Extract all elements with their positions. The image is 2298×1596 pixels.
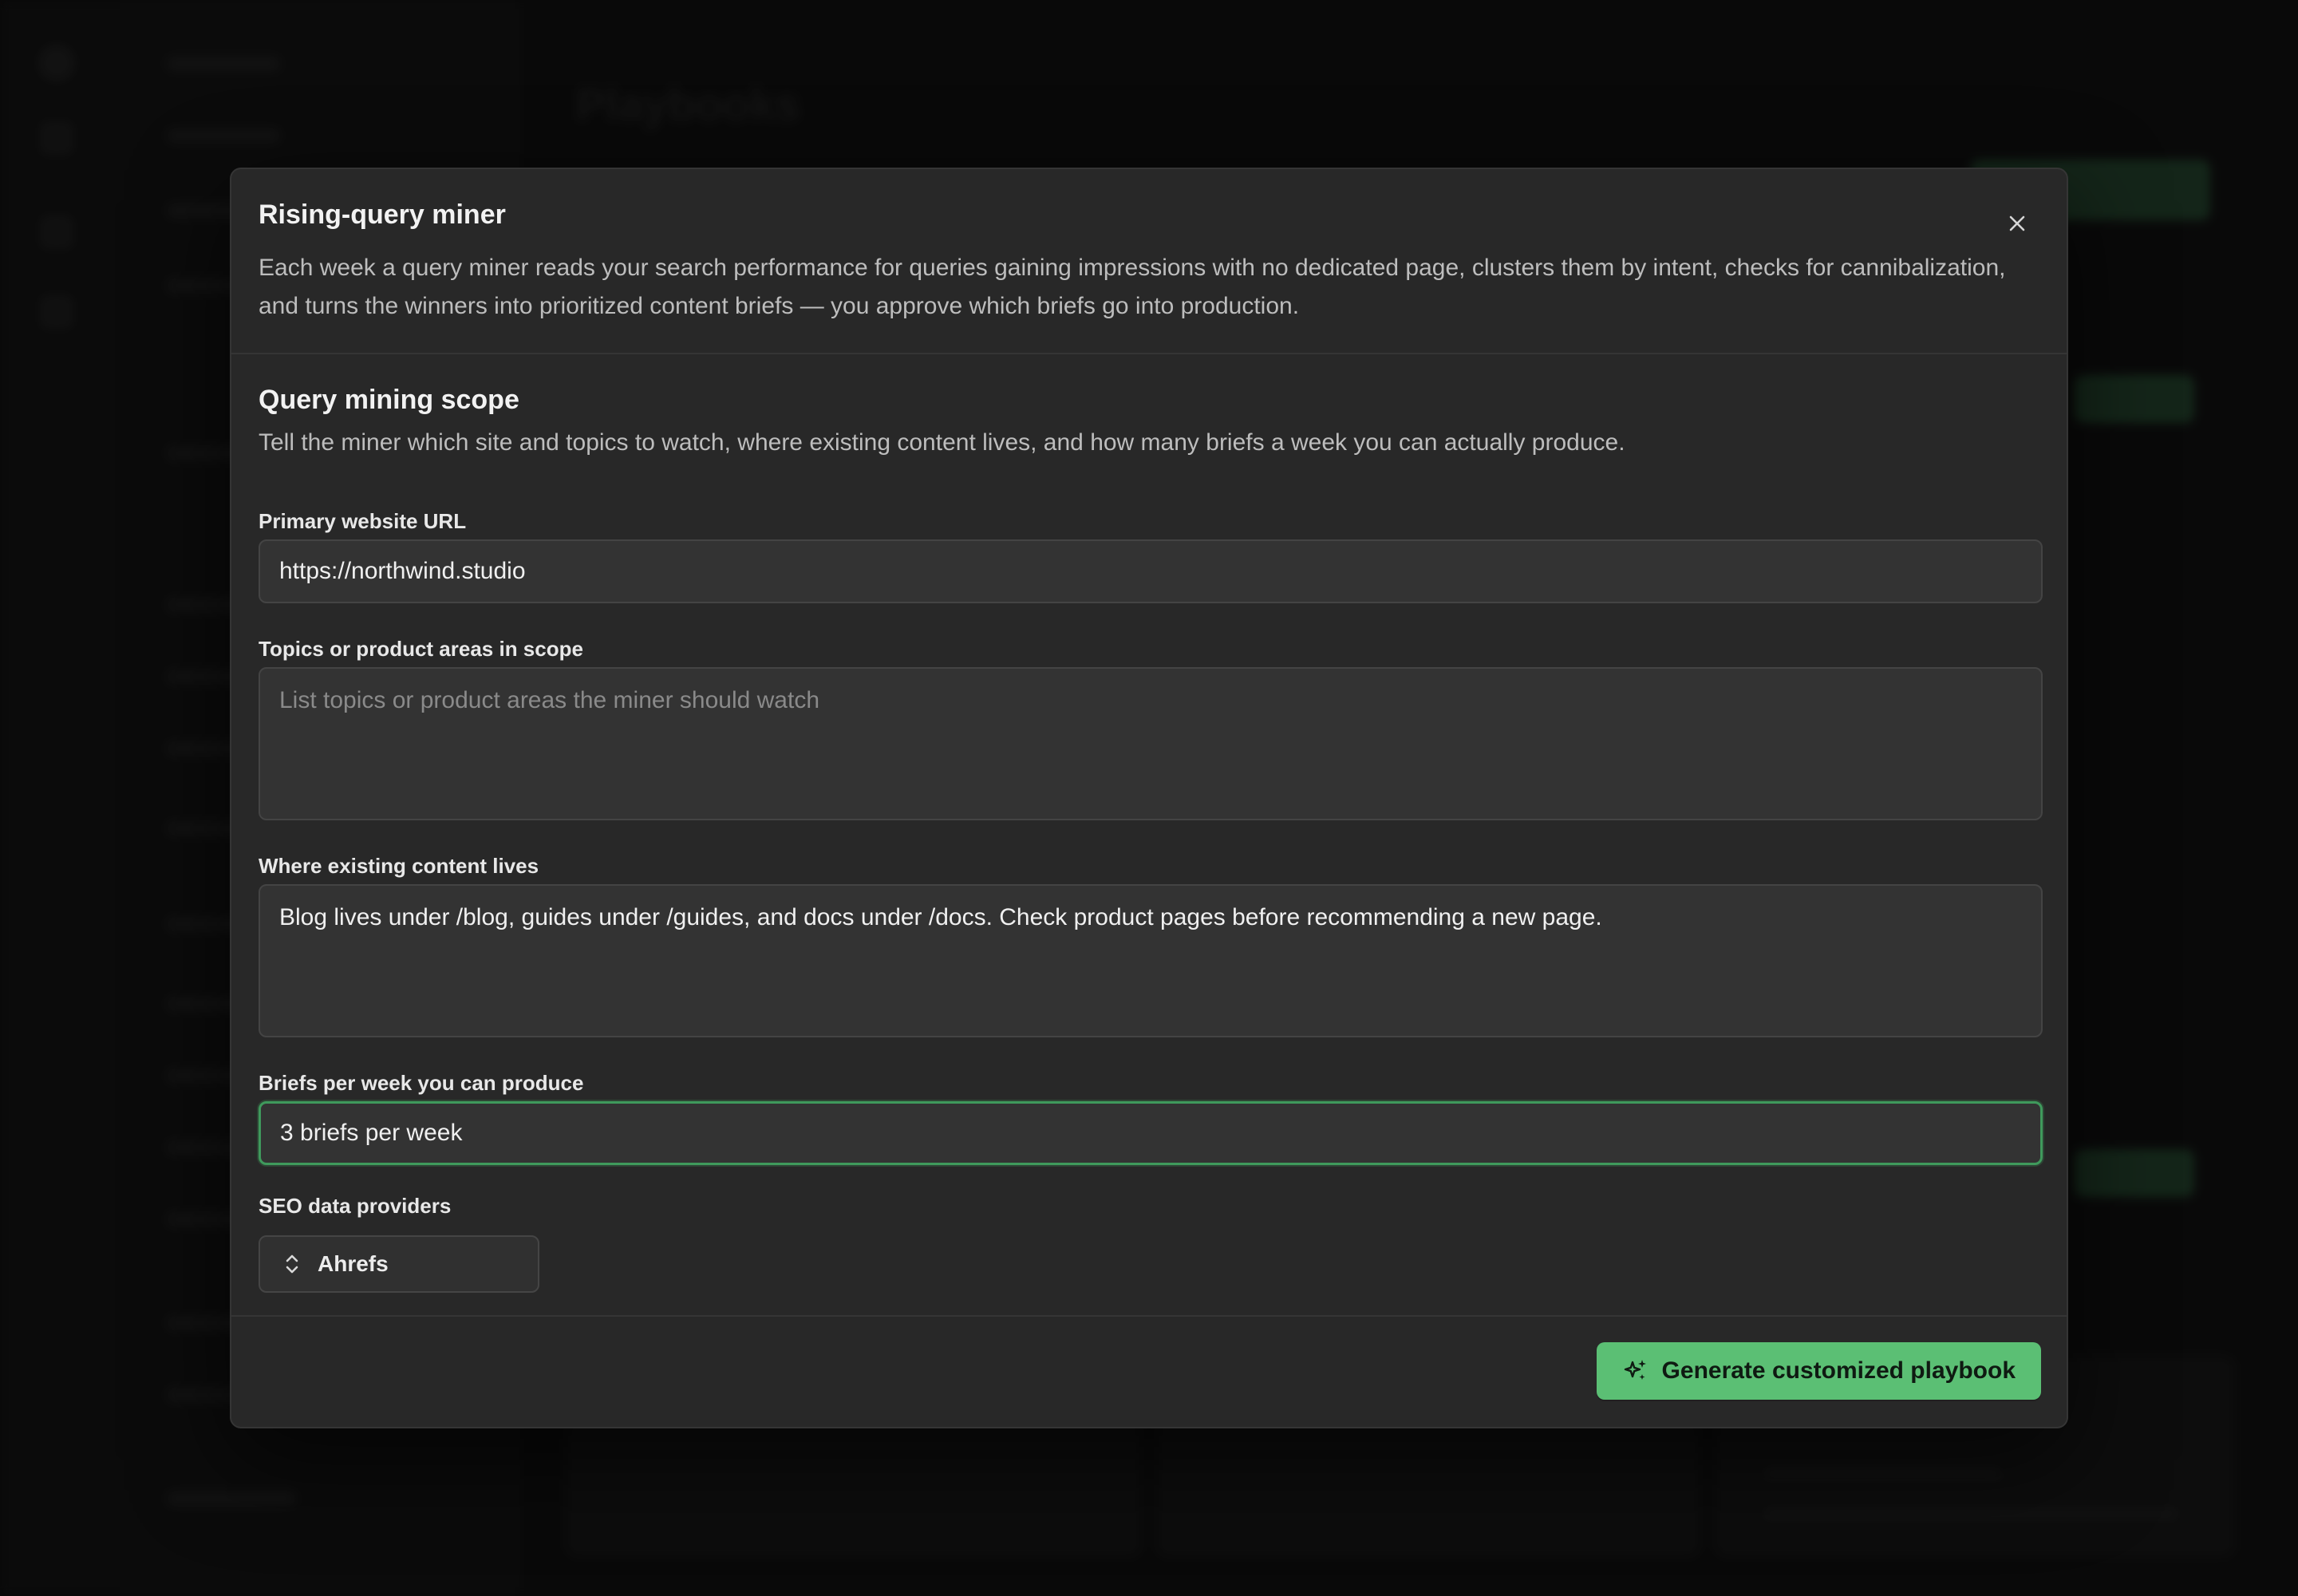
modal-description: Each week a query miner reads your searc…: [259, 255, 2006, 319]
website-url-input[interactable]: [259, 539, 2043, 603]
seo-providers-selected: Ahrefs: [318, 1251, 389, 1276]
website-url-label: Primary website URL: [259, 509, 467, 533]
existing-content-label: Where existing content lives: [259, 854, 539, 878]
topics-textarea[interactable]: [259, 667, 2043, 820]
briefs-per-week-input[interactable]: [259, 1101, 2043, 1165]
briefs-per-week-label: Briefs per week you can produce: [259, 1071, 584, 1095]
seo-providers-select[interactable]: Ahrefs: [259, 1235, 539, 1293]
playbook-modal: Rising-query miner Each week a query min…: [230, 168, 2068, 1428]
modal-footer: Generate customized playbook: [231, 1315, 2067, 1427]
topics-label: Topics or product areas in scope: [259, 637, 583, 661]
section-description: Tell the miner which site and topics to …: [259, 429, 1625, 456]
generate-playbook-button[interactable]: Generate customized playbook: [1596, 1342, 2041, 1400]
close-button[interactable]: [2000, 206, 2035, 241]
close-icon: [2009, 215, 2025, 231]
seo-providers-label: SEO data providers: [259, 1194, 452, 1218]
existing-content-textarea[interactable]: Blog lives under /blog, guides under /gu…: [259, 884, 2043, 1037]
modal-title: Rising-query miner: [259, 200, 506, 230]
sparkles-icon: [1624, 1360, 1646, 1380]
section-title: Query mining scope: [259, 385, 519, 415]
chevron-up-down-icon: [286, 1254, 298, 1274]
generate-playbook-label: Generate customized playbook: [1661, 1357, 2016, 1384]
modal-header: Rising-query miner Each week a query min…: [231, 169, 2067, 354]
